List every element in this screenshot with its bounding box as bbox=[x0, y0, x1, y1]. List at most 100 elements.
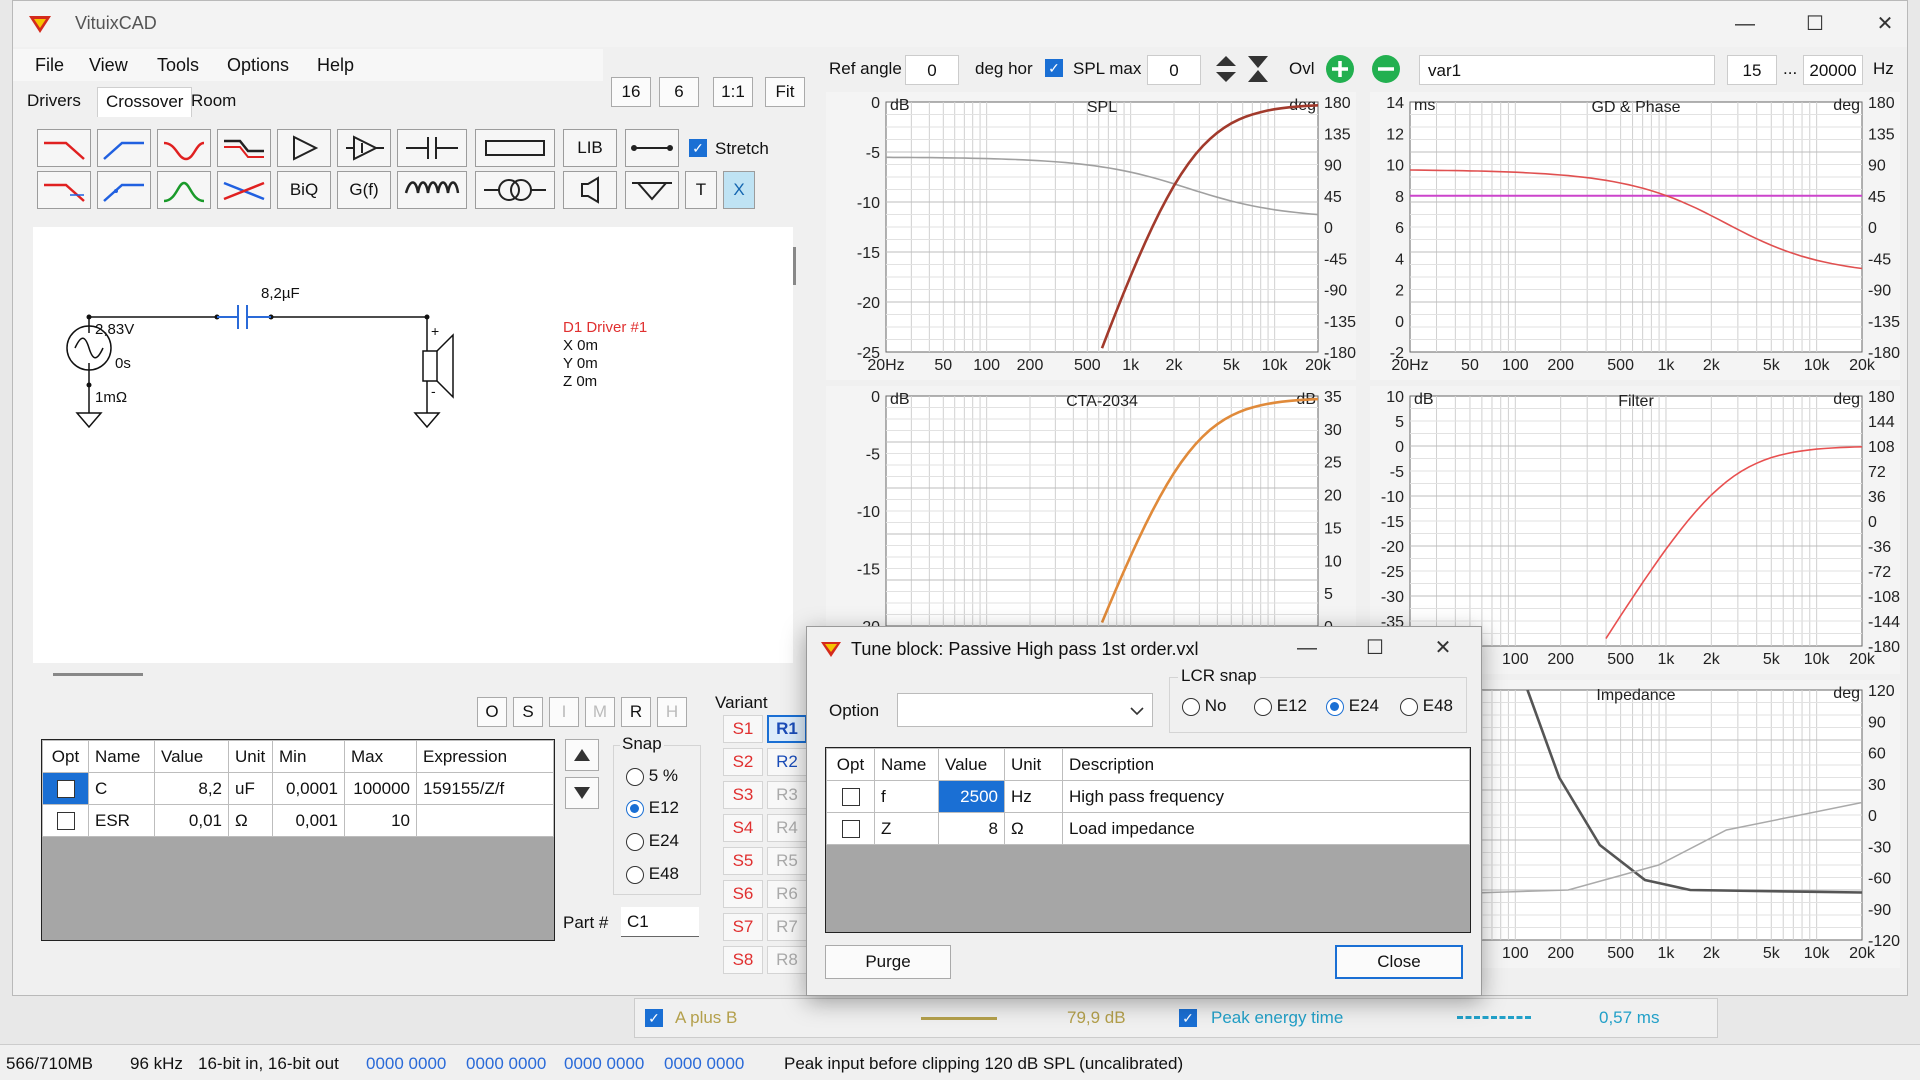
menu-view[interactable]: View bbox=[89, 55, 128, 76]
gf-tool-button[interactable]: G(f) bbox=[337, 171, 391, 209]
mode-o-button[interactable]: O bbox=[477, 697, 507, 727]
variant-s7-button[interactable]: S7 bbox=[723, 913, 763, 941]
purge-button[interactable]: Purge bbox=[825, 945, 951, 979]
stretch-checkbox[interactable]: ✓ bbox=[689, 139, 707, 157]
tune-opt-checkbox[interactable] bbox=[841, 820, 860, 839]
variant-r2-button[interactable]: R2 bbox=[767, 748, 807, 776]
resistor-tool-button[interactable] bbox=[475, 129, 555, 167]
tune-value[interactable]: 8 bbox=[938, 812, 1005, 845]
variant-s3-button[interactable]: S3 bbox=[723, 781, 763, 809]
lcr-e24-radio[interactable]: E24 bbox=[1326, 696, 1379, 716]
delete-tool-button[interactable]: X bbox=[723, 171, 755, 209]
mode-m-button[interactable]: M bbox=[585, 697, 615, 727]
transformer-tool-button[interactable] bbox=[475, 171, 555, 209]
row-min[interactable]: 0,0001 bbox=[272, 772, 345, 805]
peak-energy-checkbox[interactable]: ✓ bbox=[1179, 1009, 1197, 1027]
spl-max-checkbox[interactable]: ✓ bbox=[1045, 59, 1063, 77]
freq-max-input[interactable]: 20000 bbox=[1803, 55, 1863, 85]
ref-angle-input[interactable]: 0 bbox=[905, 55, 959, 85]
table-row[interactable]: Z 8 Ω Load impedance bbox=[826, 812, 1470, 845]
row-expression[interactable] bbox=[416, 804, 554, 837]
row-name[interactable]: C bbox=[88, 772, 155, 805]
variant-s8-button[interactable]: S8 bbox=[723, 946, 763, 974]
dialog-close-x-button[interactable]: ✕ bbox=[1415, 631, 1471, 665]
snap-5pct-radio[interactable]: 5 % bbox=[626, 766, 678, 786]
mode-i-button[interactable]: I bbox=[549, 697, 579, 727]
dialog-minimize-button[interactable]: — bbox=[1279, 631, 1335, 665]
option-select[interactable] bbox=[897, 693, 1153, 727]
variant-name-input[interactable]: var1 bbox=[1419, 55, 1715, 85]
mode-s-button[interactable]: S bbox=[513, 697, 543, 727]
library-tool-button[interactable]: LIB bbox=[563, 129, 617, 167]
row-value[interactable]: 0,01 bbox=[154, 804, 229, 837]
lcr-no-radio[interactable]: No bbox=[1182, 696, 1226, 716]
snap-e48-radio[interactable]: E48 bbox=[626, 864, 679, 884]
move-down-button[interactable] bbox=[565, 777, 599, 809]
table-row[interactable]: ESR 0,01 Ω 0,001 10 bbox=[42, 804, 554, 837]
row-opt-checkbox[interactable] bbox=[56, 780, 75, 799]
spl-fit-button[interactable] bbox=[1245, 53, 1271, 85]
row-min[interactable]: 0,001 bbox=[272, 804, 345, 837]
menu-file[interactable]: File bbox=[35, 55, 64, 76]
add-overlay-button[interactable] bbox=[1323, 53, 1357, 85]
row-value[interactable]: 8,2 bbox=[154, 772, 229, 805]
zoom-6-button[interactable]: 6 bbox=[659, 77, 699, 107]
tune-value[interactable]: 2500 bbox=[938, 780, 1005, 813]
a-plus-b-checkbox[interactable]: ✓ bbox=[645, 1009, 663, 1027]
variant-r7-button[interactable]: R7 bbox=[767, 913, 807, 941]
variant-s5-button[interactable]: S5 bbox=[723, 847, 763, 875]
menu-help[interactable]: Help bbox=[317, 55, 354, 76]
canvas-horizontal-scrollbar[interactable] bbox=[53, 673, 143, 676]
tab-crossover[interactable]: Crossover bbox=[97, 87, 193, 117]
maximize-button[interactable]: ☐ bbox=[1787, 7, 1843, 41]
close-button[interactable]: Close bbox=[1335, 945, 1463, 979]
ground-tool-button[interactable] bbox=[625, 171, 679, 209]
inductor-tool-button[interactable] bbox=[397, 171, 467, 209]
table-row[interactable]: f 2500 Hz High pass frequency bbox=[826, 780, 1470, 813]
freq-min-input[interactable]: 15 bbox=[1727, 55, 1777, 85]
lcr-e12-radio[interactable]: E12 bbox=[1254, 696, 1307, 716]
variant-r3-button[interactable]: R3 bbox=[767, 781, 807, 809]
text-tool-button[interactable]: T bbox=[685, 171, 717, 209]
buffer-tool-button[interactable] bbox=[337, 129, 391, 167]
highpass-1-tool-button[interactable] bbox=[97, 129, 151, 167]
variant-r4-button[interactable]: R4 bbox=[767, 814, 807, 842]
table-row[interactable]: C 8,2 uF 0,0001 100000 159155/Z/f bbox=[42, 772, 554, 805]
lowpass-2-tool-button[interactable] bbox=[37, 171, 91, 209]
minimize-button[interactable]: — bbox=[1717, 7, 1773, 41]
biquad-tool-button[interactable]: BiQ bbox=[277, 171, 331, 209]
row-name[interactable]: ESR bbox=[88, 804, 155, 837]
variant-r8-button[interactable]: R8 bbox=[767, 946, 807, 974]
highpass-2-tool-button[interactable] bbox=[97, 171, 151, 209]
row-max[interactable]: 100000 bbox=[344, 772, 417, 805]
tab-drivers[interactable]: Drivers bbox=[19, 87, 89, 117]
variant-s4-button[interactable]: S4 bbox=[723, 814, 763, 842]
lcr-e48-radio[interactable]: E48 bbox=[1400, 696, 1453, 716]
zoom-1to1-button[interactable]: 1:1 bbox=[713, 77, 753, 107]
variant-r5-button[interactable]: R5 bbox=[767, 847, 807, 875]
row-expression[interactable]: 159155/Z/f bbox=[416, 772, 554, 805]
spl-stepper-button[interactable] bbox=[1213, 53, 1239, 85]
move-up-button[interactable] bbox=[565, 739, 599, 771]
lowpass-1-tool-button[interactable] bbox=[37, 129, 91, 167]
variant-r6-button[interactable]: R6 bbox=[767, 880, 807, 908]
remove-overlay-button[interactable] bbox=[1369, 53, 1403, 85]
dialog-maximize-button[interactable]: ☐ bbox=[1347, 631, 1403, 665]
row-max[interactable]: 10 bbox=[344, 804, 417, 837]
variant-s1-button[interactable]: S1 bbox=[723, 715, 763, 743]
snap-e24-radio[interactable]: E24 bbox=[626, 831, 679, 851]
snap-e12-radio[interactable]: E12 bbox=[626, 798, 679, 818]
tab-room[interactable]: Room bbox=[183, 87, 244, 117]
spl-chart[interactable]: SPL dB deg 0 -5 -10 -15 -20 -25 180 135 90 45 0 -45 -90… bbox=[826, 92, 1356, 380]
part-number-input[interactable]: C1 bbox=[621, 907, 699, 937]
wire-tool-button[interactable] bbox=[625, 129, 679, 167]
menu-options[interactable]: Options bbox=[227, 55, 289, 76]
gd-phase-chart[interactable]: GD & Phase ms deg 14 12 10 8 6 4 2 0 -2 180 135 90 45 0-… bbox=[1370, 92, 1900, 380]
row-opt-checkbox[interactable] bbox=[56, 812, 75, 831]
bandstop-tool-button[interactable] bbox=[157, 129, 211, 167]
amplifier-tool-button[interactable] bbox=[277, 129, 331, 167]
shelf-tool-button[interactable] bbox=[217, 129, 271, 167]
spl-max-input[interactable]: 0 bbox=[1147, 55, 1201, 85]
menu-tools[interactable]: Tools bbox=[157, 55, 199, 76]
crossover-tool-button[interactable] bbox=[217, 171, 271, 209]
